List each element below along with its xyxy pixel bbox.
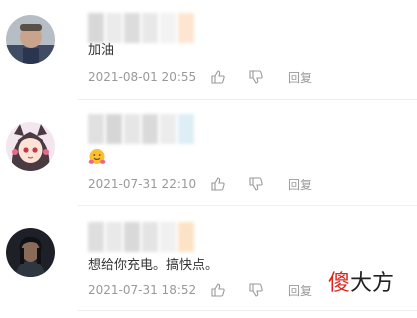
man-avatar-icon [6,15,55,64]
comment-meta: 2021-07-31 22:10 回复 [88,175,312,193]
comment-meta: 2021-08-01 20:55 回复 [88,68,312,86]
reply-button[interactable]: 回复 [288,69,312,86]
username-blurred[interactable] [88,114,194,144]
dark-portrait-avatar-icon [6,228,55,277]
reply-button[interactable]: 回复 [288,282,312,299]
comment-meta: 2021-07-31 18:52 回复 [88,281,312,299]
comment-item: 加油 2021-08-01 20:55 回复 [0,0,417,100]
comment-item: 想给你充电。搞快点。 2021-07-31 18:52 回复 [0,206,417,318]
thumbs-down-icon[interactable] [248,69,264,85]
thumbs-up-icon[interactable] [210,176,226,192]
avatar[interactable] [6,122,55,171]
thumbs-down-icon[interactable] [248,282,264,298]
thumbs-up-icon[interactable] [210,282,226,298]
comment-time: 2021-08-01 20:55 [88,70,197,84]
anime-girl-avatar-icon [6,122,55,171]
hugging-face-emoji-icon [88,149,106,170]
watermark-logo: 傻大方 [328,265,394,297]
comment-item: 2021-07-31 22:10 回复 [0,100,417,204]
watermark-rest: 大方 [350,271,395,296]
watermark-first-char: 傻 [328,271,351,296]
comment-text: 加油 [88,43,115,58]
reply-button[interactable]: 回复 [288,176,312,193]
comment-time: 2021-07-31 22:10 [88,177,197,191]
divider [78,310,417,311]
avatar[interactable] [6,228,55,277]
comment-text: 想给你充电。搞快点。 [88,258,219,273]
comment-text [88,148,106,172]
username-blurred[interactable] [88,13,194,43]
thumbs-up-icon[interactable] [210,69,226,85]
comment-time: 2021-07-31 18:52 [88,283,197,297]
avatar[interactable] [6,15,55,64]
username-blurred[interactable] [88,222,194,252]
thumbs-down-icon[interactable] [248,176,264,192]
